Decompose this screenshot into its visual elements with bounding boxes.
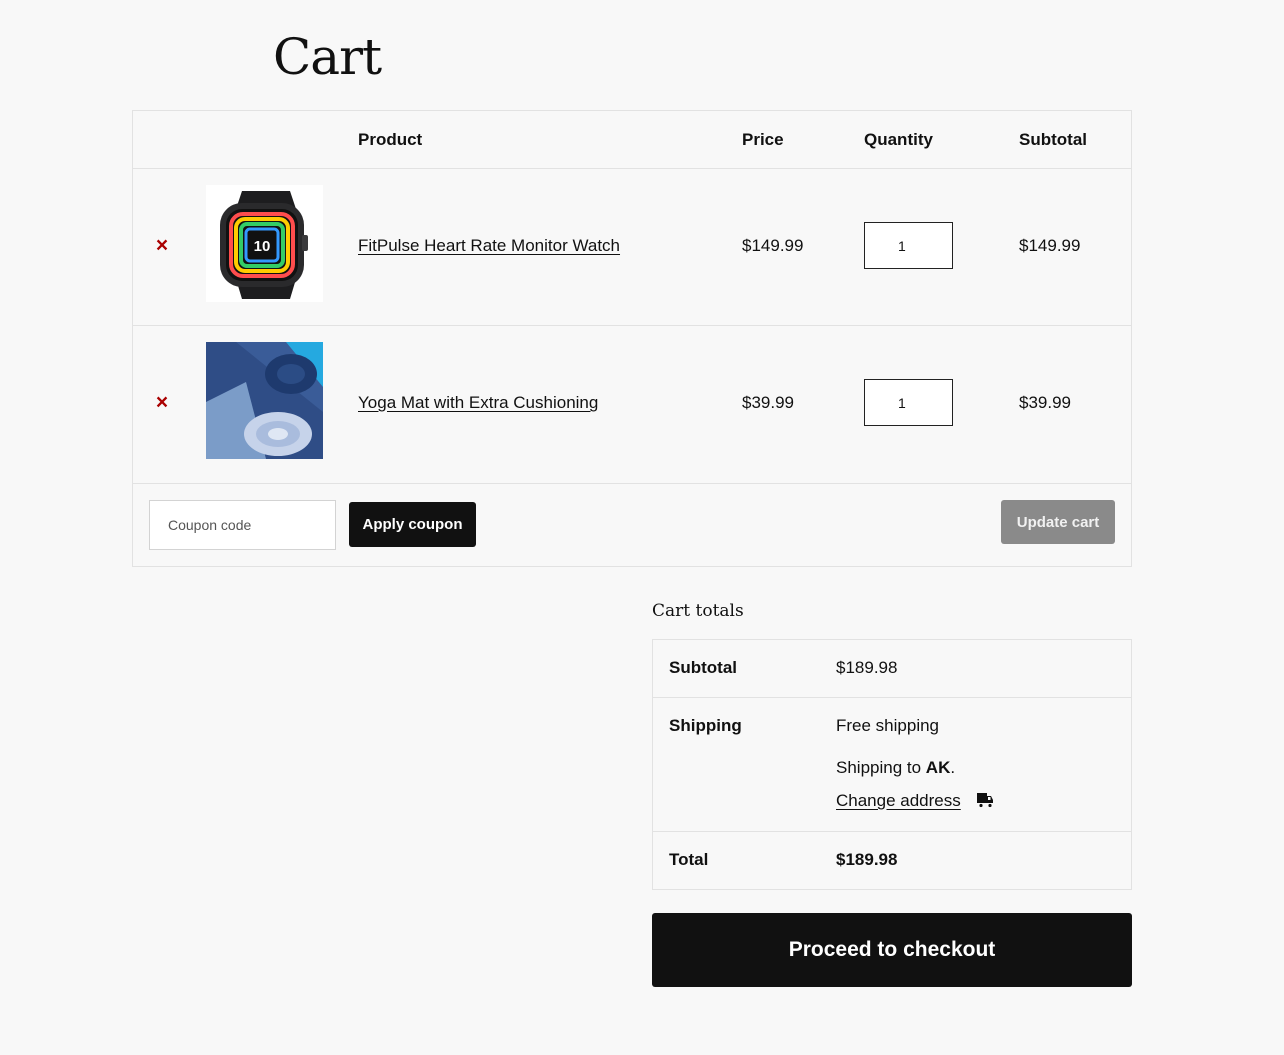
shipping-to-prefix: Shipping to — [836, 758, 926, 777]
quantity-input[interactable] — [864, 379, 953, 426]
header-quantity: Quantity — [864, 130, 933, 149]
page-title: Cart — [273, 28, 382, 86]
yoga-mat-image[interactable] — [206, 342, 323, 459]
item-subtotal: $39.99 — [1019, 393, 1071, 412]
smartwatch-image[interactable]: 10 — [206, 185, 323, 302]
totals-subtotal-row: Subtotal $189.98 — [653, 640, 1131, 698]
item-price: $149.99 — [742, 236, 804, 255]
item-price: $39.99 — [742, 393, 794, 412]
cart-table-header: Product Price Quantity Subtotal — [133, 111, 1131, 169]
cart-actions: Apply coupon Update cart — [133, 484, 1131, 566]
header-subtotal: Subtotal — [1019, 130, 1087, 149]
shipping-method: Free shipping — [836, 716, 940, 735]
cart-item-row: × Yoga Mat with Extra Cushioning $39.99 … — [133, 326, 1131, 484]
quantity-input[interactable] — [864, 222, 953, 269]
header-product: Product — [358, 130, 423, 149]
remove-item-icon[interactable]: × — [153, 392, 171, 413]
coupon-code-input[interactable] — [149, 500, 336, 550]
cart-item-row: × 10 FitPulse Heart Rate Monitor Watch $… — [133, 169, 1131, 326]
product-link[interactable]: FitPulse Heart Rate Monitor Watch — [358, 236, 620, 256]
totals-total-row: Total $189.98 — [653, 832, 1131, 889]
apply-coupon-button[interactable]: Apply coupon — [349, 502, 476, 547]
cart-table: Product Price Quantity Subtotal × 10 Fit… — [132, 110, 1132, 567]
subtotal-label: Subtotal — [669, 658, 737, 677]
subtotal-value: $189.98 — [836, 658, 898, 677]
update-cart-button[interactable]: Update cart — [1001, 500, 1115, 544]
shipping-destination: Shipping to AK. — [836, 758, 955, 778]
change-address-link[interactable]: Change address — [836, 791, 961, 811]
header-price: Price — [742, 130, 784, 149]
cart-totals-table: Subtotal $189.98 Shipping Free shipping … — [652, 639, 1132, 890]
svg-text:10: 10 — [254, 238, 271, 255]
shipping-label: Shipping — [669, 716, 742, 735]
remove-item-icon[interactable]: × — [153, 235, 171, 256]
total-label: Total — [669, 850, 709, 869]
shipping-to-suffix: . — [950, 758, 956, 777]
totals-shipping-row: Shipping Free shipping Shipping to AK. C… — [653, 698, 1131, 832]
product-link[interactable]: Yoga Mat with Extra Cushioning — [358, 393, 598, 413]
proceed-to-checkout-button[interactable]: Proceed to checkout — [652, 913, 1132, 987]
item-subtotal: $149.99 — [1019, 236, 1081, 255]
shipping-state: AK — [925, 758, 951, 777]
total-value: $189.98 — [836, 850, 898, 869]
cart-totals-title: Cart totals — [652, 601, 744, 621]
truck-icon[interactable] — [976, 791, 994, 809]
